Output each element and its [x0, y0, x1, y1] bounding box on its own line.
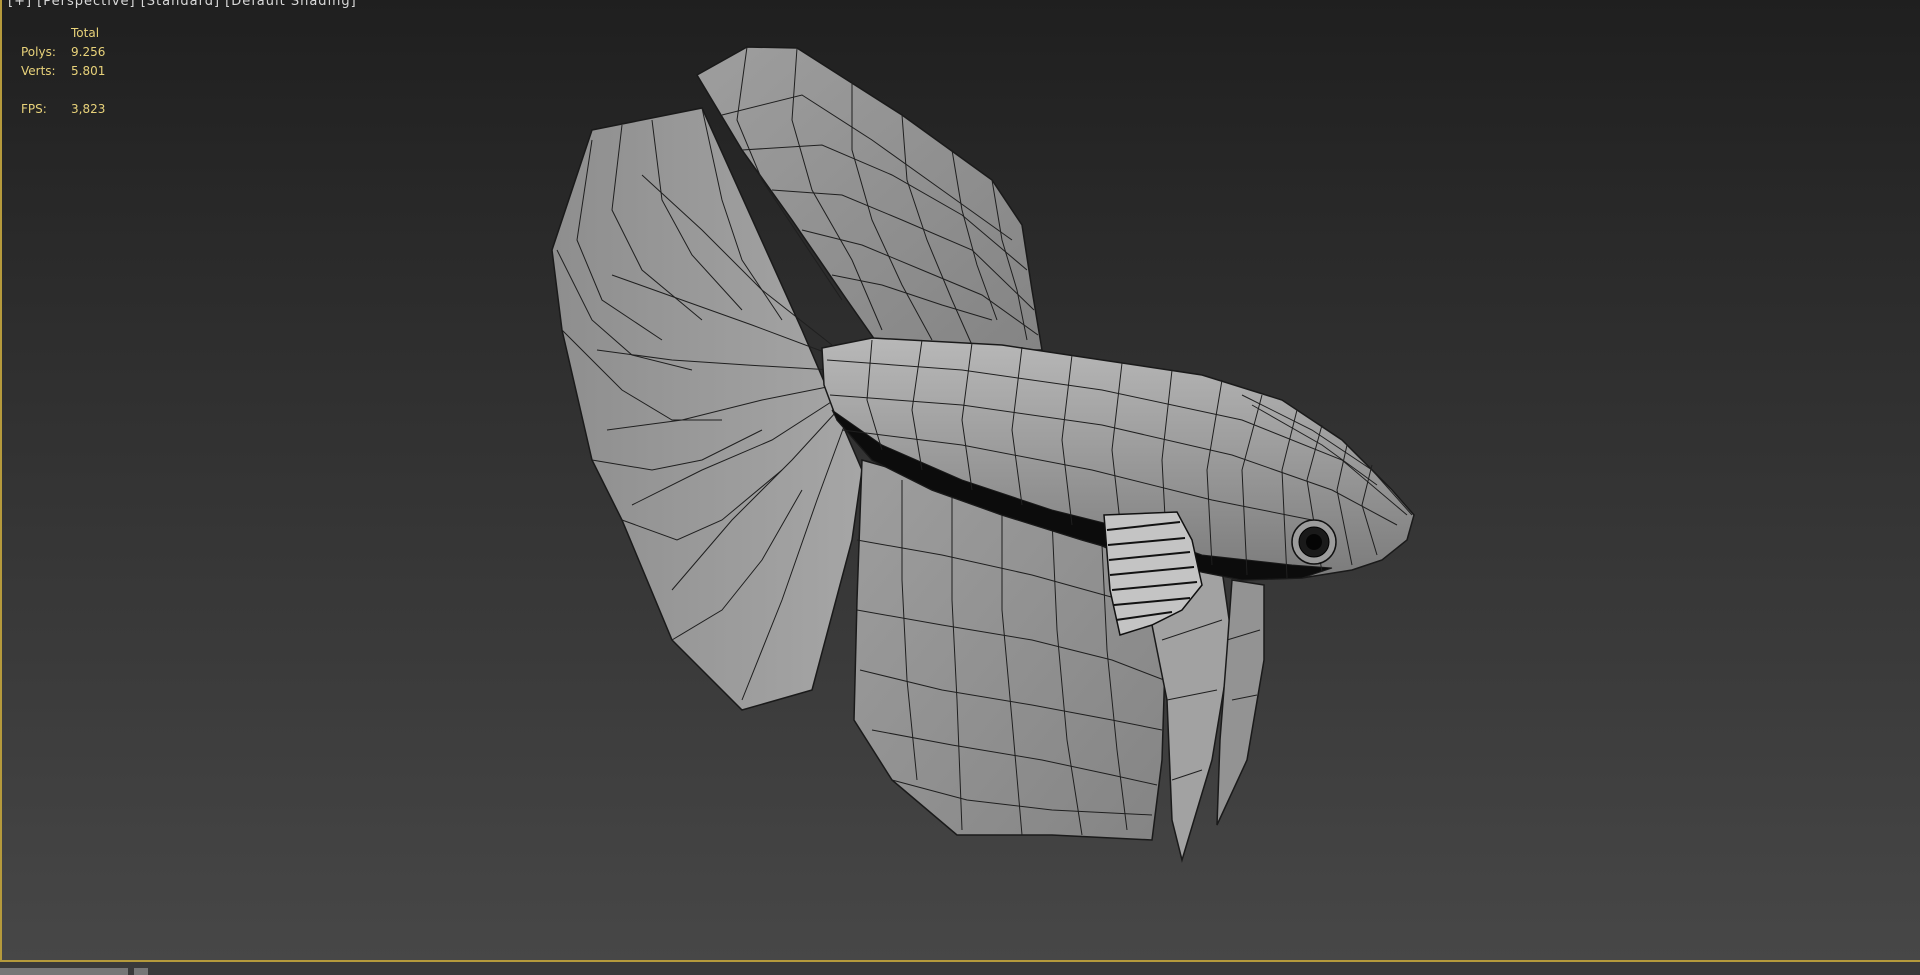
bottom-tab-small[interactable] — [134, 968, 148, 975]
bottom-bar — [0, 962, 1920, 975]
fish-mesh-model[interactable] — [2, 0, 1920, 962]
bottom-tab[interactable] — [0, 968, 128, 975]
fish-eye — [1291, 519, 1337, 565]
perspective-viewport[interactable]: [+] [Perspective] [Standard] [Default Sh… — [0, 0, 1920, 962]
